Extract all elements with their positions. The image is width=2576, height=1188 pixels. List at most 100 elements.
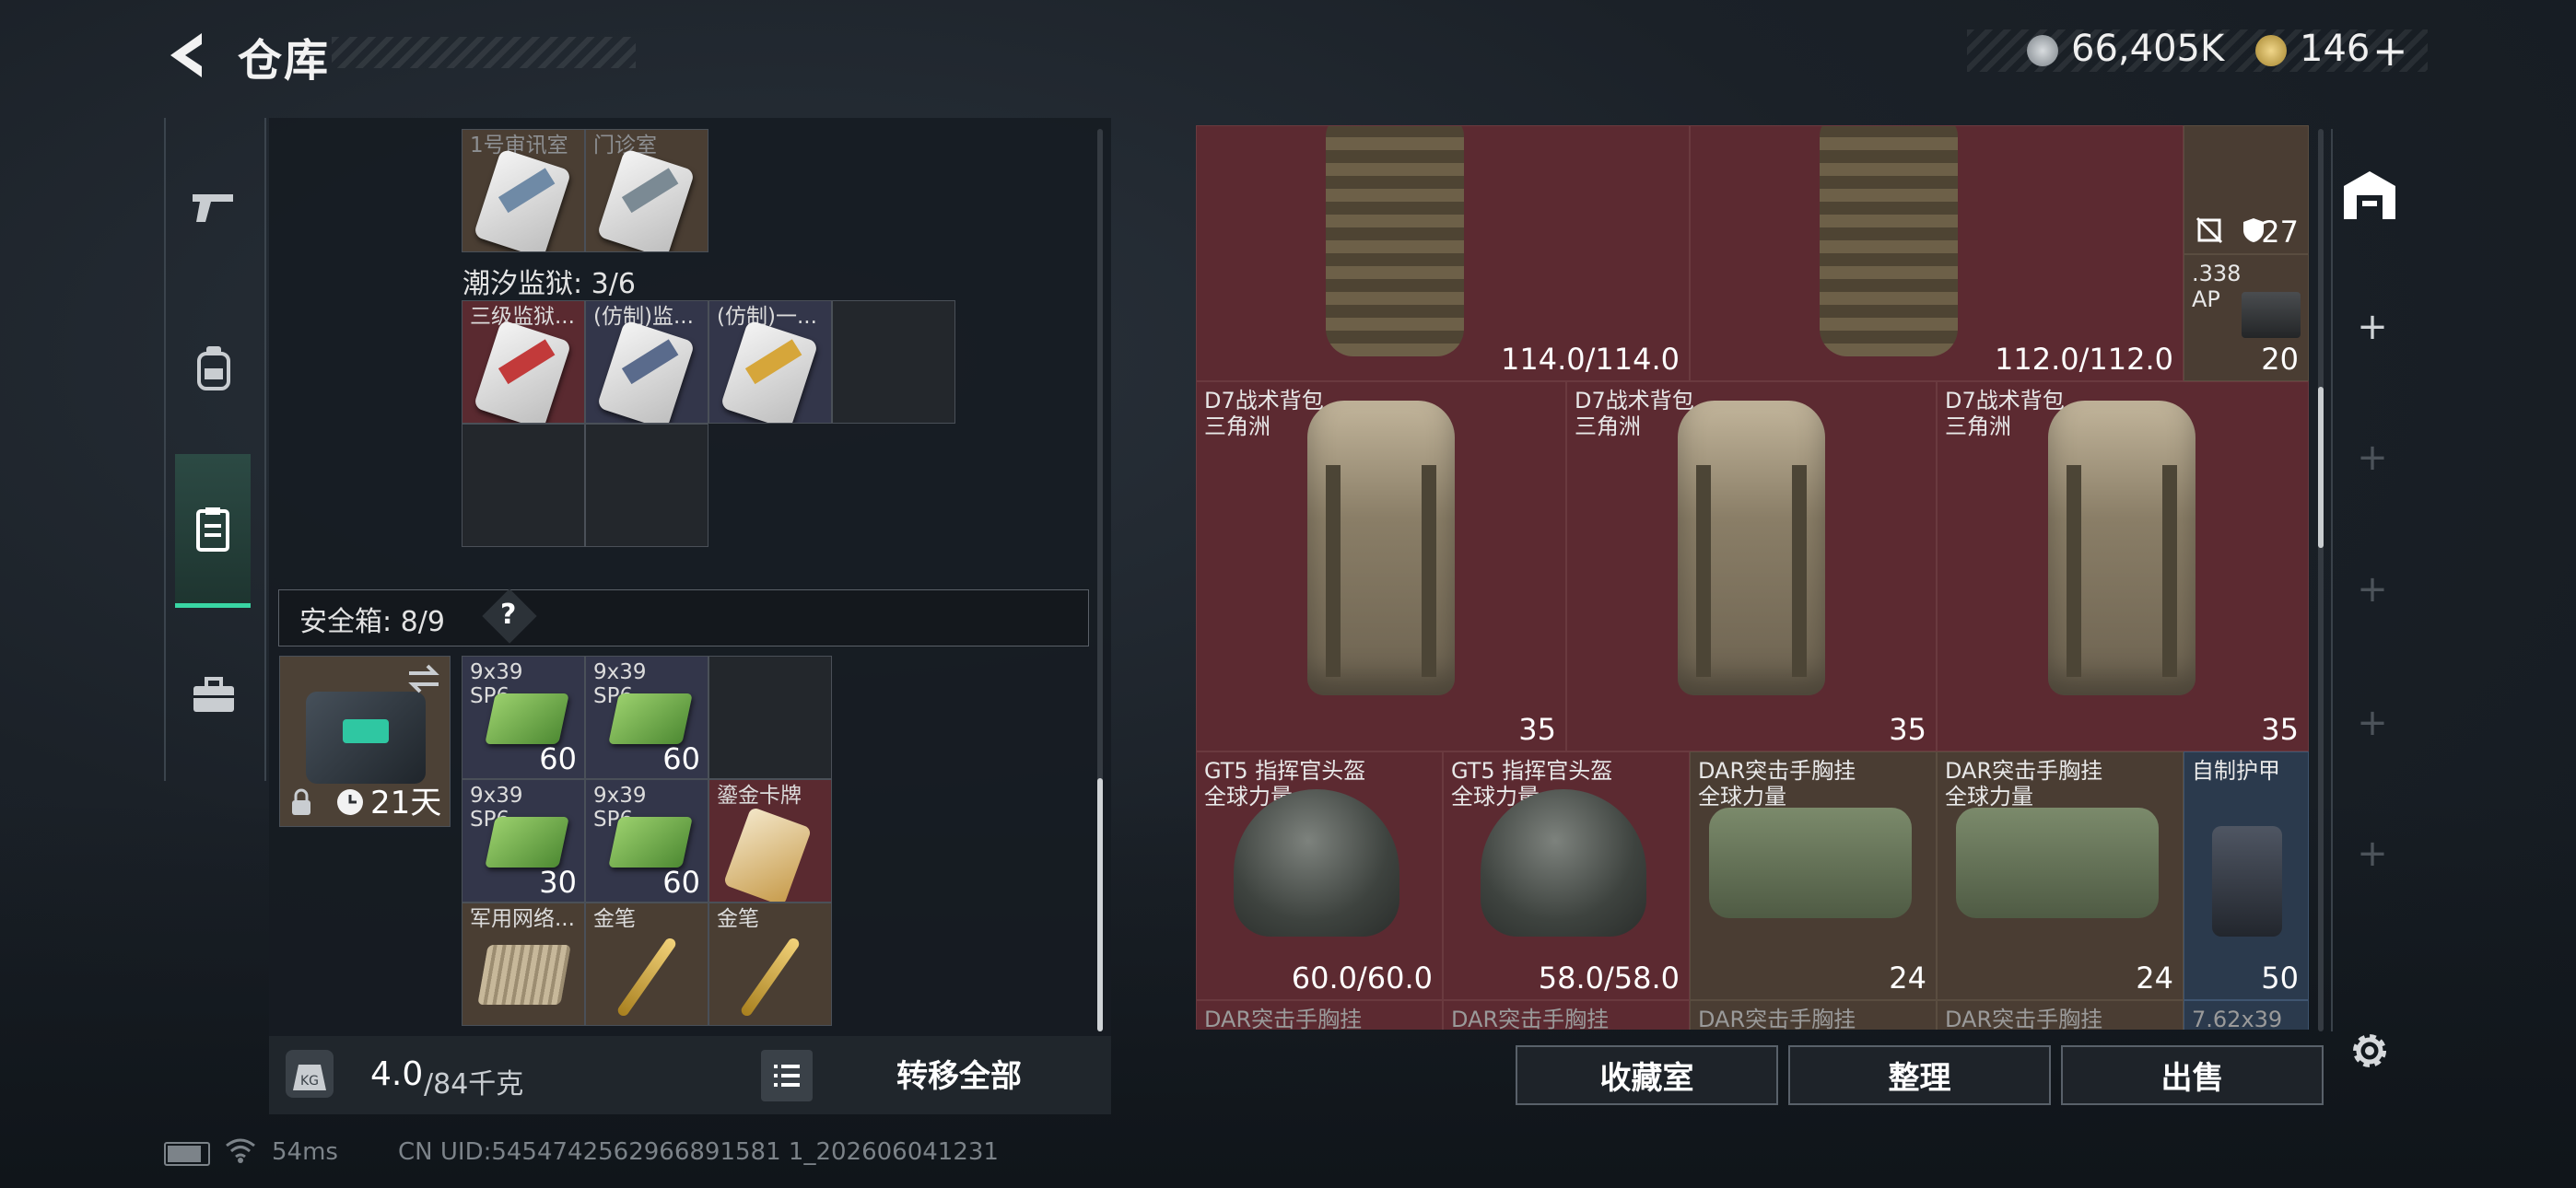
gold-pen-icon [615,936,678,1019]
no-repair-icon [2195,216,2223,244]
stash-item[interactable]: 114.0/114.0 [1196,125,1690,381]
stash-item[interactable]: .338 AP 20 [2184,254,2309,381]
warehouse-icon[interactable] [2340,168,2399,223]
swap-icon[interactable] [405,664,442,693]
body-armor-icon [2212,826,2282,937]
stash-item[interactable]: GT5 指挥官头盔 全球力量 60.0/60.0 [1196,751,1443,1000]
safebox-container[interactable]: 21天 [279,656,451,827]
stash-scrollbar-thumb[interactable] [2318,387,2324,548]
stash-item[interactable]: D7战术背包 三角洲 35 [1937,381,2309,751]
add-stash-tab-button[interactable]: + [2349,304,2395,350]
tab-equipment[interactable] [164,299,263,437]
stash-item[interactable]: DAR突击手胸挂 [1196,1000,1443,1030]
ammo-box-icon [608,817,693,868]
item-capacity: 35 [1889,712,1926,747]
weight-value: 4.0 [370,1055,424,1093]
prison-label: 潮汐监狱: 3/6 [463,268,636,300]
key-card-slot[interactable]: 三级监狱... [462,300,585,424]
item-name: 7.62x39 [2192,1007,2283,1030]
backpack-icon [1678,401,1825,695]
settings-gear-icon[interactable] [2346,1027,2394,1075]
chest-rig-icon [1956,808,2159,918]
item-durability: 114.0/114.0 [1501,342,1680,377]
stash-item[interactable]: 112.0/112.0 [1690,125,2184,381]
backpack-icon [196,346,230,390]
scrollbar-thumb[interactable] [1097,778,1103,1031]
stash-item[interactable]: DAR突击手胸挂 [1937,1000,2184,1030]
sell-button[interactable]: 出售 [2061,1045,2324,1105]
item-name: 鎏金卡牌 [717,784,802,808]
collection-room-button[interactable]: 收藏室 [1516,1045,1778,1105]
stash-item[interactable]: DAR突击手胸挂 全球力量 24 [1937,751,2184,1000]
add-currency-button[interactable]: + [2372,26,2408,76]
key-card-icon [473,320,572,423]
item-slot[interactable]: 金笔 [585,903,708,1026]
item-capacity: 35 [1518,712,1556,747]
item-slot[interactable]: 金笔 [708,903,832,1026]
item-slot[interactable]: 9x39 SP6 60 [585,779,708,903]
weight-icon: KG [286,1050,334,1098]
backpack-icon [2048,401,2195,695]
item-name: D7战术背包 三角洲 [1575,388,1694,439]
helmet-icon [1481,789,1646,937]
item-slot[interactable]: 9x39 SP6 60 [585,656,708,779]
add-stash-tab-button[interactable]: + [2349,435,2395,481]
key-card-slot[interactable]: (仿制)一... [708,300,832,424]
back-arrow-icon[interactable] [161,28,217,83]
stash-item[interactable]: GT5 指挥官头盔 全球力量 58.0/58.0 [1443,751,1690,1000]
clock-icon [337,789,363,815]
weight-max: /84千克 [424,1068,524,1101]
gold-pen-icon [739,936,802,1019]
stash-item[interactable]: 7.62x39 [2184,1000,2309,1030]
armor-value: 27 [2261,215,2299,250]
item-count: 30 [539,865,577,900]
stash-item[interactable]: DAR突击手胸挂 [1690,1000,1937,1030]
item-count: 20 [2261,342,2299,377]
add-stash-tab-button[interactable]: + [2349,566,2395,612]
organize-button[interactable]: 整理 [1788,1045,2051,1105]
item-name: DAR突击手胸挂 全球力量 [1945,758,2103,809]
title-decoration [332,37,636,68]
wifi-icon [226,1138,255,1163]
stash-item[interactable]: DAR突击手胸挂 [1443,1000,1690,1030]
item-capacity: 35 [2261,712,2299,747]
item-name: 自制护甲 [2192,758,2280,784]
stash-item[interactable]: 自制护甲 50 [2184,751,2309,1000]
item-capacity: 24 [2136,961,2173,996]
item-name: DAR突击手胸挂 [1945,1007,2103,1030]
stash-item[interactable]: DAR突击手胸挂 全球力量 24 [1690,751,1937,1000]
tab-weapons[interactable] [164,138,263,276]
key-card-icon [596,320,696,423]
stash-item[interactable]: D7战术背包 三角洲 35 [1566,381,1937,751]
add-stash-tab-button[interactable]: + [2349,831,2395,877]
armor-vest-icon [1326,126,1464,356]
item-slot[interactable]: 军用网络... [462,903,585,1026]
list-view-button[interactable] [761,1050,813,1101]
key-card-slot[interactable]: 1号审讯室 [462,129,585,252]
item-slot[interactable]: 9x39 SP6 30 [462,779,585,903]
item-durability: 58.0/58.0 [1538,961,1680,996]
stash-item[interactable]: D7战术背包 三角洲 35 [1196,381,1566,751]
tab-toolbox[interactable] [164,626,263,764]
stash-item[interactable]: 27 [2184,125,2309,254]
key-card-slot[interactable]: 门诊室 [585,129,708,252]
item-slot[interactable]: 9x39 SP6 60 [462,656,585,779]
add-stash-tab-button[interactable]: + [2349,700,2395,746]
svg-text:KG: KG [300,1074,319,1089]
item-slot[interactable]: 鎏金卡牌 [708,779,832,903]
lock-icon [292,788,310,815]
empty-slot[interactable] [708,656,832,779]
stash-scrollbar-track [2318,129,2324,1031]
item-name: DAR突击手胸挂 [1451,1007,1610,1030]
empty-slot[interactable] [462,424,585,547]
transfer-all-button[interactable]: 转移全部 [829,1041,1089,1105]
item-durability: 60.0/60.0 [1291,961,1433,996]
clipboard-icon [196,507,229,552]
empty-slot[interactable] [832,300,955,424]
armor-value: 50 [2261,961,2299,996]
empty-slot[interactable] [585,424,708,547]
battery-icon [164,1142,210,1166]
tab-collection[interactable] [175,454,251,608]
key-card-slot[interactable]: (仿制)监... [585,300,708,424]
premium-coin-icon [2255,35,2287,66]
